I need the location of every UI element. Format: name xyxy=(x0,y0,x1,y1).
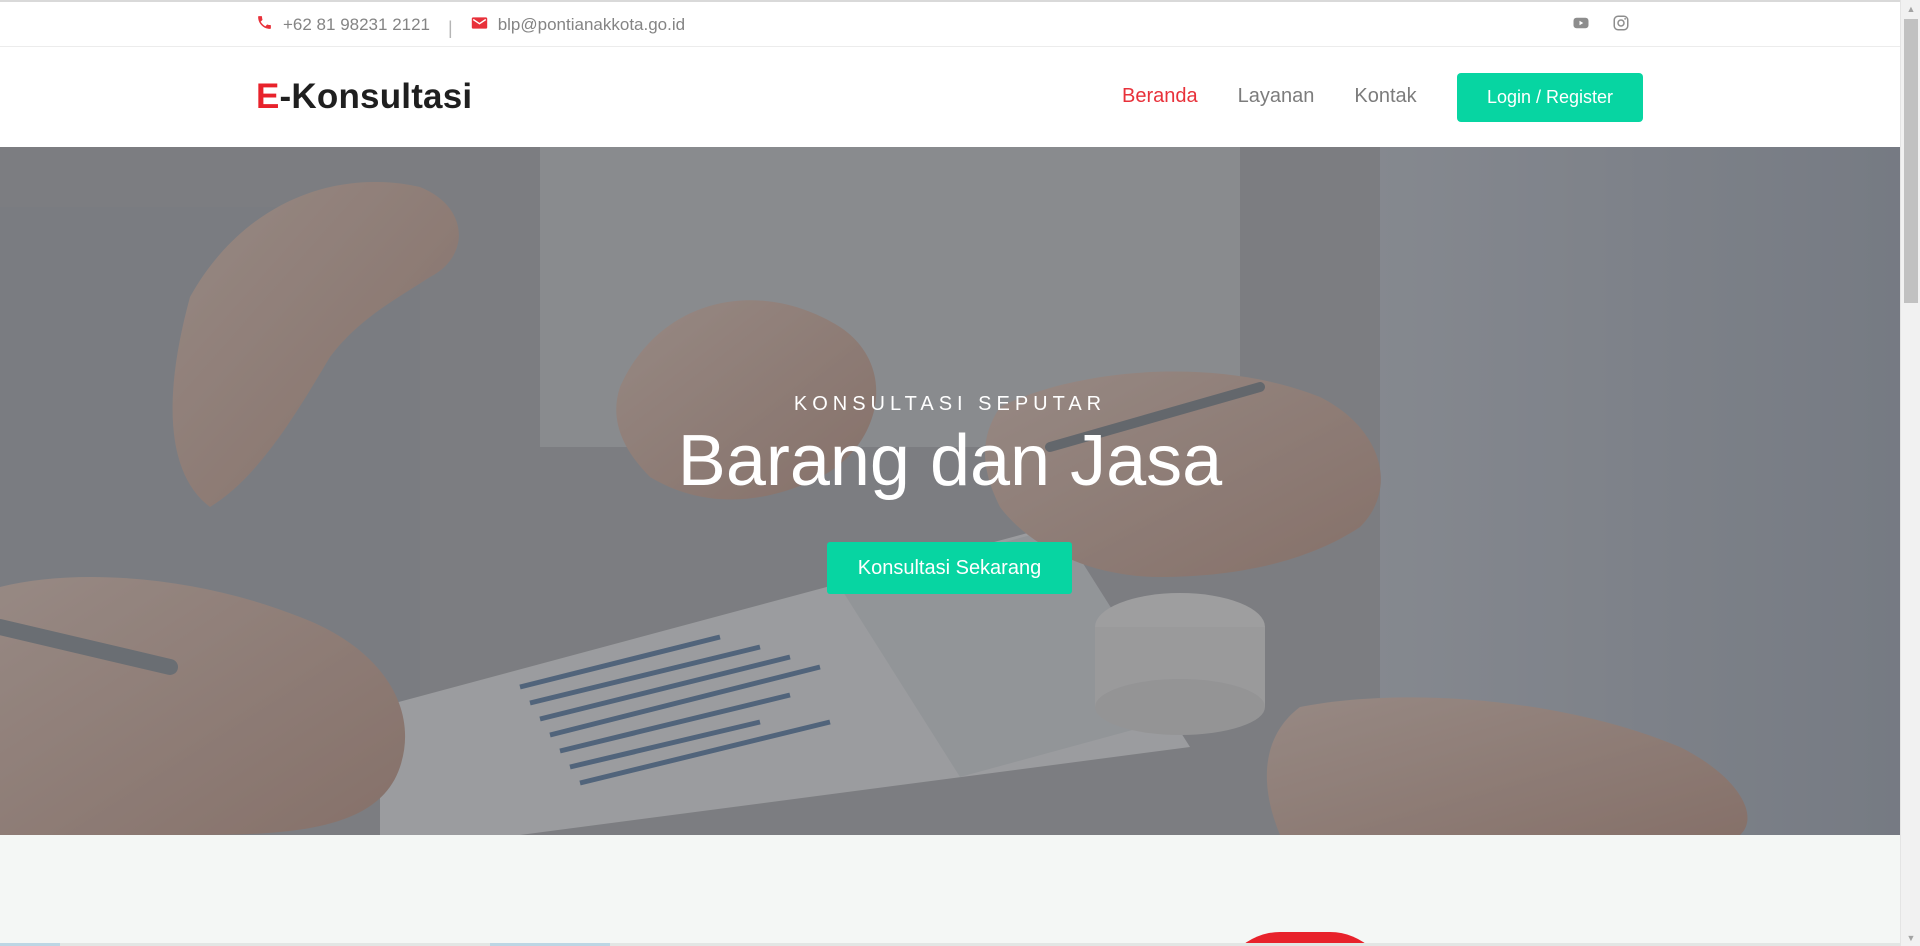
hero-subtitle: KONSULTASI SEPUTAR xyxy=(793,393,1107,415)
scroll-up-arrow-icon[interactable]: ▲ xyxy=(1901,0,1920,17)
hero-title: Barang dan Jasa xyxy=(677,421,1223,501)
login-register-button[interactable]: Login / Register xyxy=(1457,73,1643,122)
email-address: blp@pontianakkota.go.id xyxy=(497,15,686,34)
mail-icon xyxy=(471,15,498,35)
contact-separator: | xyxy=(448,17,453,38)
instagram-icon[interactable] xyxy=(1612,14,1630,32)
phone-icon xyxy=(256,14,283,36)
phone-number: +62 81 98231 2121 xyxy=(283,15,431,34)
page: +62 81 98231 2121 | blp@pontianakkota.go… xyxy=(0,0,1900,946)
page-scrollbar[interactable]: ▲ ▼ xyxy=(1900,0,1920,946)
email-contact[interactable]: blp@pontianakkota.go.id xyxy=(471,15,685,35)
scroll-down-arrow-icon[interactable]: ▼ xyxy=(1901,929,1920,946)
consult-now-button[interactable]: Konsultasi Sekarang xyxy=(827,542,1072,594)
hero-banner: KONSULTASI SEPUTAR Barang dan Jasa Konsu… xyxy=(0,147,1900,835)
site-header: E-Konsultasi Beranda Layanan Kontak Logi… xyxy=(0,47,1900,147)
nav-item-layanan[interactable]: Layanan xyxy=(1238,85,1315,108)
top-bar: +62 81 98231 2121 | blp@pontianakkota.go… xyxy=(0,0,1900,47)
social-links xyxy=(1572,14,1630,32)
site-logo[interactable]: E-Konsultasi xyxy=(256,77,472,117)
contact-info: +62 81 98231 2121 | blp@pontianakkota.go… xyxy=(256,14,685,38)
nav-item-beranda[interactable]: Beranda xyxy=(1122,85,1198,108)
nav-item-kontak[interactable]: Kontak xyxy=(1354,85,1416,108)
scrollbar-thumb[interactable] xyxy=(1904,19,1918,303)
next-section xyxy=(0,835,1900,946)
youtube-icon[interactable] xyxy=(1572,14,1590,32)
phone-contact[interactable]: +62 81 98231 2121 xyxy=(256,14,430,36)
main-nav: Beranda Layanan Kontak xyxy=(1122,85,1457,108)
logo-text: -Konsultasi xyxy=(279,77,473,116)
logo-accent: E xyxy=(256,77,280,116)
